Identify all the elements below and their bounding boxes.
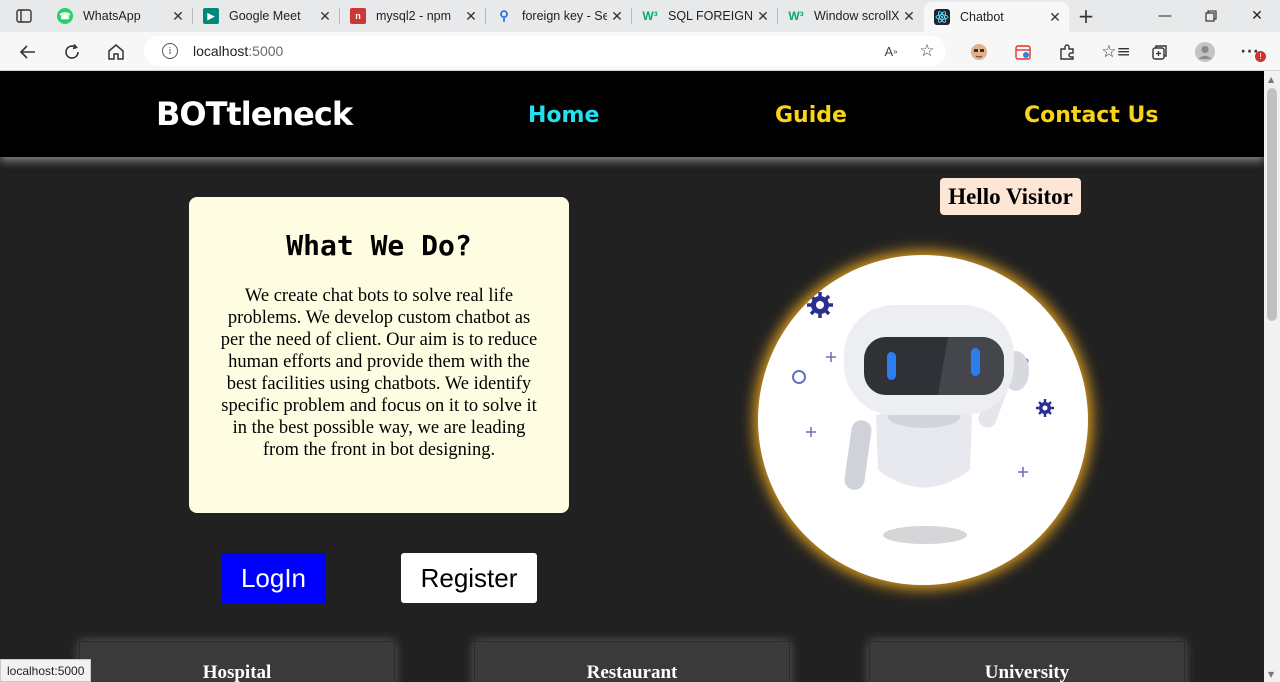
about-card: What We Do? We create chat bots to solve…	[189, 197, 569, 513]
service-card-restaurant[interactable]: Restaurant	[474, 641, 790, 682]
browser-tab-sql-foreign-key[interactable]: W³ SQL FOREIGN K ✕	[632, 0, 778, 32]
tab-title: SQL FOREIGN K	[668, 9, 753, 23]
tab-close-icon[interactable]: ✕	[899, 6, 919, 26]
status-bar-url: localhost:5000	[0, 659, 92, 682]
home-icon[interactable]	[103, 39, 129, 65]
favorites-icon[interactable]: ☆≡	[1101, 41, 1130, 63]
tab-title: Window scrollX	[814, 9, 899, 23]
browser-tab-mysql2-npm[interactable]: n mysql2 - npm ✕	[340, 0, 486, 32]
site-info-icon[interactable]: i	[162, 43, 178, 59]
tab-title: Google Meet	[229, 9, 301, 23]
tab-close-icon[interactable]: ✕	[1045, 7, 1065, 27]
about-heading: What We Do?	[286, 229, 472, 262]
site-header: BOTtleneck Home Guide Contact Us	[0, 71, 1264, 157]
browser-tab-window-scrollx[interactable]: W³ Window scrollX ✕	[778, 0, 923, 32]
search-icon: ⚲	[499, 8, 509, 23]
tab-title: Chatbot	[960, 10, 1004, 24]
profile-avatar-icon[interactable]	[1194, 41, 1216, 63]
tab-close-icon[interactable]: ✕	[461, 6, 481, 26]
page-viewport: BOTtleneck Home Guide Contact Us What We…	[0, 71, 1264, 682]
npm-icon: n	[350, 8, 366, 24]
collections-icon[interactable]	[1149, 41, 1171, 63]
refresh-icon[interactable]	[59, 39, 85, 65]
tab-title: mysql2 - npm	[376, 9, 452, 23]
minimize-icon[interactable]: —	[1142, 0, 1188, 32]
extension-avatar-icon[interactable]	[968, 41, 990, 63]
gear-icon	[807, 292, 833, 318]
tab-close-icon[interactable]: ✕	[753, 6, 773, 26]
service-card-hospital[interactable]: Hospital	[79, 641, 395, 682]
tab-title: foreign key - Se	[522, 9, 607, 23]
add-favorite-icon[interactable]: ☆	[918, 41, 936, 61]
register-button[interactable]: Register	[401, 553, 537, 603]
back-arrow-icon[interactable]	[15, 39, 41, 65]
extensions-puzzle-icon[interactable]	[1056, 41, 1078, 63]
browser-tab-foreign-key-search[interactable]: ⚲ foreign key - Se ✕	[486, 0, 632, 32]
nav-link-contact[interactable]: Contact Us	[1024, 103, 1158, 128]
tab-close-icon[interactable]: ✕	[607, 6, 627, 26]
browser-tab-chatbot[interactable]: Chatbot ✕	[924, 2, 1069, 32]
scroll-down-arrow-icon[interactable]: ▼	[1268, 670, 1274, 679]
nav-link-guide[interactable]: Guide	[775, 103, 847, 128]
robot-illustration	[758, 255, 1088, 585]
new-tab-icon[interactable]: +	[1075, 4, 1097, 28]
login-button[interactable]: LogIn	[221, 553, 326, 603]
service-title: Restaurant	[586, 662, 678, 682]
read-aloud-icon[interactable]: A»	[882, 42, 900, 60]
notification-badge: !	[1255, 51, 1266, 62]
calendar-extension-icon[interactable]	[1012, 41, 1034, 63]
restore-icon[interactable]	[1188, 0, 1234, 32]
react-icon	[934, 9, 950, 25]
browser-toolbar: i localhost:5000 A» ☆ ☆≡ ··· !	[0, 32, 1280, 71]
gear-icon	[1036, 399, 1054, 417]
about-body: We create chat bots to solve real life p…	[220, 286, 538, 460]
address-bar[interactable]: i localhost:5000 A» ☆	[144, 36, 946, 66]
service-title: University	[984, 662, 1070, 682]
scrollbar-thumb[interactable]	[1267, 88, 1277, 321]
tab-actions-icon[interactable]	[10, 6, 38, 26]
service-card-university[interactable]: University	[869, 641, 1185, 682]
google-meet-icon: ▶	[203, 8, 219, 24]
tab-close-icon[interactable]: ✕	[315, 6, 335, 26]
nav-link-home[interactable]: Home	[528, 103, 599, 128]
browser-tab-google-meet[interactable]: ▶ Google Meet ✕	[193, 0, 340, 32]
w3schools-icon: W³	[788, 9, 804, 23]
tab-close-icon[interactable]: ✕	[168, 6, 188, 26]
whatsapp-icon: ☎	[57, 8, 73, 24]
scroll-up-arrow-icon[interactable]: ▲	[1268, 75, 1274, 84]
brand-logo[interactable]: BOTtleneck	[156, 95, 353, 133]
w3schools-icon: W³	[642, 9, 658, 23]
greeting-badge: Hello Visitor	[940, 178, 1081, 215]
close-window-icon[interactable]: ✕	[1234, 0, 1280, 32]
page-scrollbar[interactable]: ▲ ▼	[1264, 71, 1280, 682]
url-text: localhost:5000	[193, 43, 284, 59]
browser-tab-strip: ☎ WhatsApp ✕ ▶ Google Meet ✕ n mysql2 - …	[0, 0, 1280, 32]
service-title: Hospital	[202, 662, 272, 682]
tab-title: WhatsApp	[83, 9, 141, 23]
browser-tab-whatsapp[interactable]: ☎ WhatsApp ✕	[47, 0, 193, 32]
